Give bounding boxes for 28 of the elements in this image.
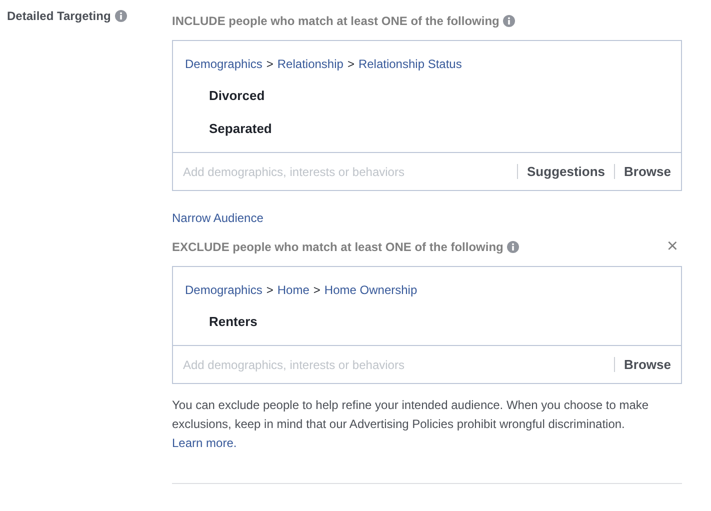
action-link[interactable]: Suggestions: [517, 164, 606, 179]
breadcrumb-separator: >: [266, 57, 274, 71]
selected-item[interactable]: Separated: [185, 121, 669, 136]
breadcrumb-link[interactable]: Home: [277, 283, 310, 297]
learn-more-link[interactable]: Learn more.: [172, 436, 237, 450]
search-field[interactable]: Add demographics, interests or behaviors: [183, 358, 606, 372]
breadcrumb-separator: >: [347, 57, 354, 71]
breadcrumb-separator: >: [266, 283, 274, 297]
narrow-audience-link[interactable]: Narrow Audience: [172, 211, 264, 225]
close-button[interactable]: ×: [666, 239, 682, 255]
search-field[interactable]: Add demographics, interests or behaviors: [183, 164, 508, 178]
info-icon[interactable]: [503, 15, 516, 27]
section-heading: INCLUDE people who match at least ONE of the following: [172, 14, 500, 28]
breadcrumb-separator: >: [313, 283, 320, 297]
breadcrumb-link[interactable]: Relationship: [277, 57, 344, 71]
info-icon[interactable]: [114, 10, 127, 22]
selected-item[interactable]: Renters: [185, 314, 669, 329]
action-link[interactable]: Browse: [614, 357, 671, 372]
exclusion-note: You can exclude people to help refine your intended audience. When you choose to make exclusions, keep in mind that our Advertising Policies prohibit wrongful discrimination. Learn more.: [172, 397, 650, 452]
breadcrumb-link[interactable]: Demographics: [185, 57, 262, 71]
breadcrumb-link[interactable]: Demographics: [185, 283, 262, 297]
selected-item[interactable]: Divorced: [185, 88, 669, 103]
breadcrumb-link[interactable]: Home Ownership: [324, 283, 418, 297]
section-label: Detailed Targeting: [7, 9, 111, 23]
action-link[interactable]: Browse: [614, 164, 671, 179]
info-icon[interactable]: [507, 241, 520, 253]
section-heading: EXCLUDE people who match at least ONE of the following: [172, 240, 504, 254]
breadcrumb-link[interactable]: Relationship Status: [358, 57, 462, 71]
